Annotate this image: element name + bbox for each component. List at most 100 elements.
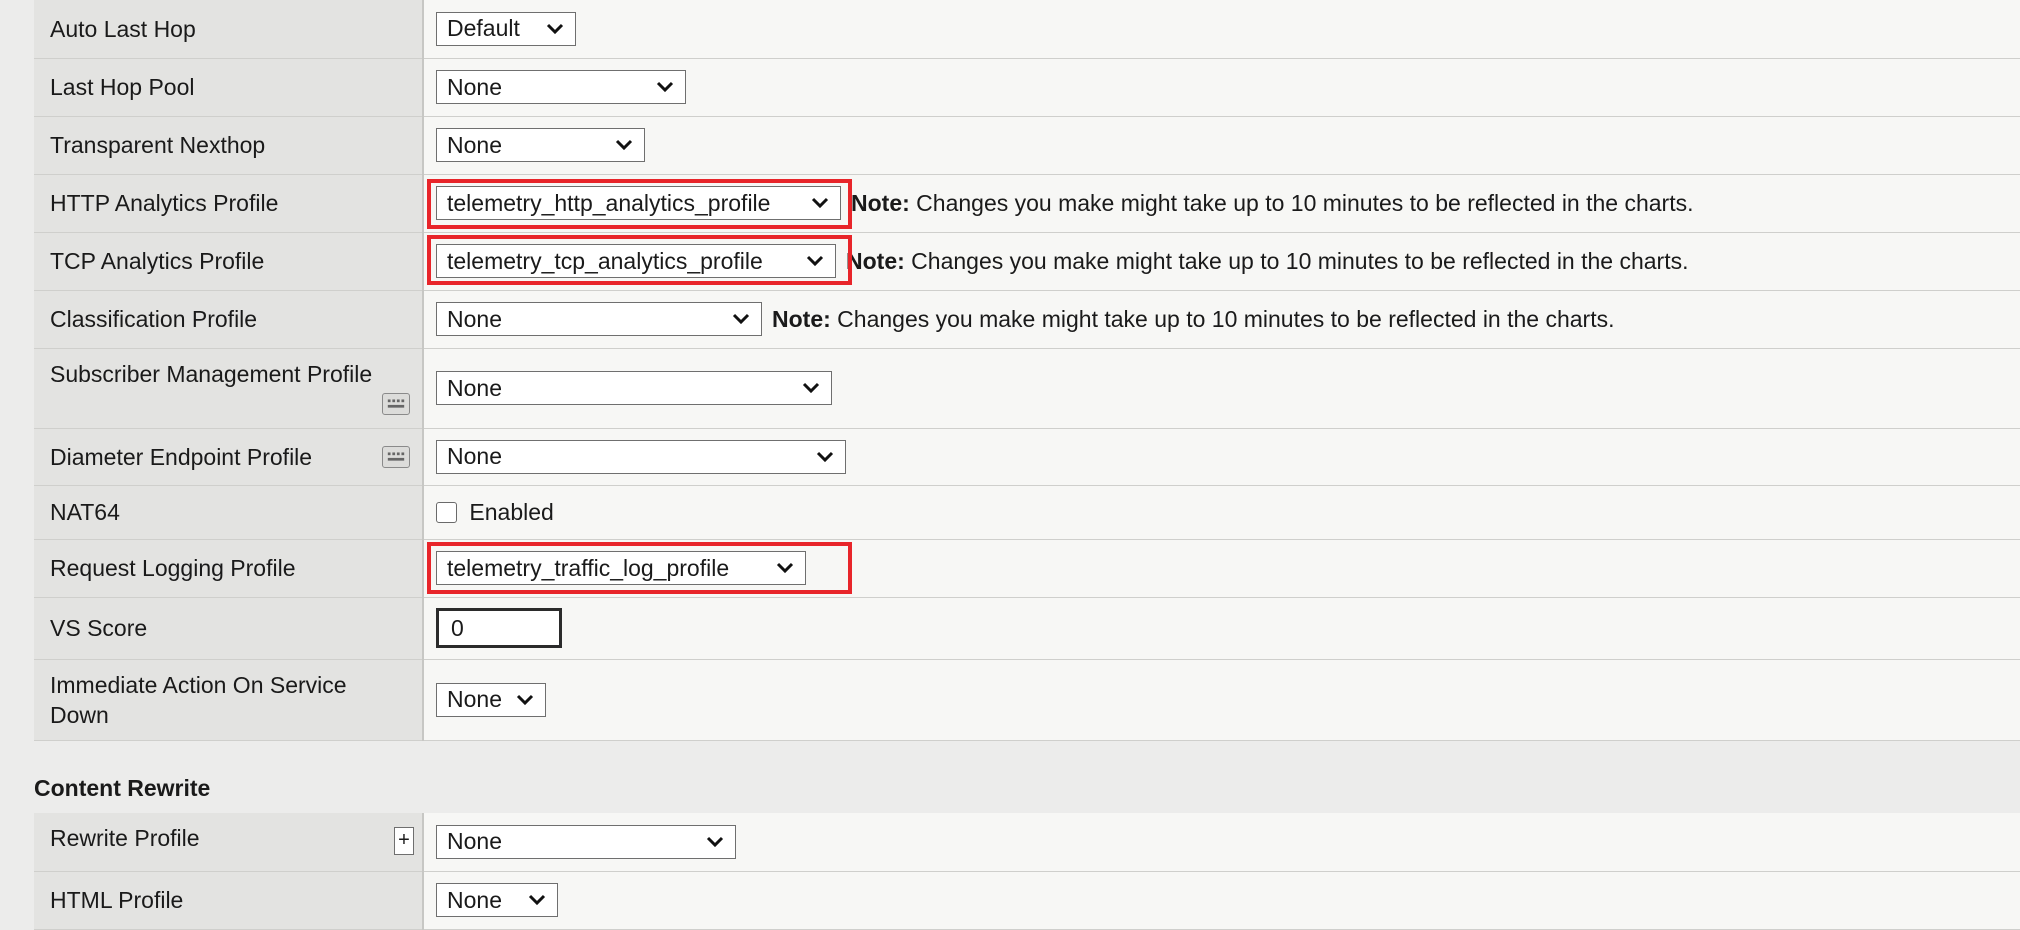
content-rewrite-heading: Content Rewrite: [34, 775, 211, 801]
checkbox-label: Enabled: [469, 499, 554, 526]
transparent-nexthop-select[interactable]: None: [436, 128, 645, 162]
select-value: telemetry_http_analytics_profile: [447, 189, 771, 216]
note-label: Note:: [772, 305, 831, 332]
row-label: Last Hop Pool: [34, 58, 424, 117]
row-value: telemetry_tcp_analytics_profile Note: Ch…: [423, 232, 2020, 291]
row-value: None: [423, 58, 2020, 117]
input-value: 0: [451, 614, 464, 641]
row-value: None: [423, 348, 2020, 429]
subscriber-management-profile-label: Subscriber Management Profile: [50, 360, 373, 387]
note-text: Changes you make might take up to 10 min…: [904, 247, 1689, 274]
row-label: Classification Profile: [34, 290, 424, 349]
table-row: Subscriber Management Profile None: [34, 348, 2020, 429]
row-value: None: [423, 428, 2020, 486]
tcp-analytics-profile-select[interactable]: telemetry_tcp_analytics_profile: [436, 244, 836, 278]
select-value: None: [447, 443, 502, 469]
row-value: None: [423, 116, 2020, 175]
auto-last-hop-label: Auto Last Hop: [50, 15, 196, 42]
last-hop-pool-select[interactable]: None: [436, 70, 686, 104]
select-value: None: [447, 305, 502, 332]
table-row: HTML Profile None: [34, 871, 2020, 930]
subscriber-management-profile-select[interactable]: None: [436, 371, 832, 405]
immediate-action-select[interactable]: None: [436, 682, 546, 717]
rewrite-profile-label: Rewrite Profile: [50, 825, 200, 851]
rewrite-profile-select[interactable]: None: [436, 824, 736, 859]
keyboard-icon[interactable]: [382, 445, 410, 468]
analytics-note: Note: Changes you make might take up to …: [851, 190, 1694, 216]
http-analytics-profile-label: HTTP Analytics Profile: [50, 190, 279, 216]
row-label: Rewrite Profile +: [34, 813, 424, 872]
vs-score-input[interactable]: 0: [436, 608, 562, 648]
table-row: Last Hop Pool None: [34, 58, 2020, 117]
chevron-down-icon: [546, 23, 564, 34]
table-row: VS Score 0: [34, 597, 2020, 660]
row-label: Request Logging Profile: [34, 539, 424, 598]
chevron-down-icon: [706, 836, 724, 847]
html-profile-label: HTML Profile: [50, 887, 184, 913]
note-label: Note:: [846, 247, 905, 274]
chevron-down-icon: [656, 81, 674, 93]
row-value: None: [423, 813, 2020, 872]
table-row: Diameter Endpoint Profile None: [34, 428, 2020, 486]
html-profile-select[interactable]: None: [436, 883, 558, 917]
row-value: Default: [423, 0, 2020, 59]
row-value: telemetry_traffic_log_profile: [423, 539, 2020, 598]
diameter-endpoint-profile-label: Diameter Endpoint Profile: [50, 443, 313, 470]
select-value: telemetry_tcp_analytics_profile: [447, 247, 763, 274]
select-value: None: [447, 374, 502, 401]
row-label: TCP Analytics Profile: [34, 232, 424, 291]
row-label: HTML Profile: [34, 871, 424, 930]
row-label: Diameter Endpoint Profile: [34, 428, 424, 486]
content-rewrite-table: Rewrite Profile + None HTML Profile None: [34, 813, 2020, 930]
request-logging-profile-label: Request Logging Profile: [50, 555, 296, 581]
left-margin: [0, 0, 34, 920]
note-text: Changes you make might take up to 10 min…: [830, 305, 1615, 332]
row-value: telemetry_http_analytics_profile Note: C…: [423, 174, 2020, 233]
row-label: VS Score: [34, 597, 424, 660]
configuration-table: Auto Last Hop Default Last Hop Pool None…: [34, 0, 2020, 741]
select-value: None: [447, 886, 502, 913]
transparent-nexthop-label: Transparent Nexthop: [50, 132, 266, 158]
row-label: Immediate Action On Service Down: [34, 659, 424, 741]
chevron-down-icon: [516, 694, 534, 705]
chevron-down-icon: [806, 255, 824, 267]
select-value: None: [447, 686, 502, 712]
tcp-analytics-profile-label: TCP Analytics Profile: [50, 248, 265, 274]
row-value: Enabled: [423, 485, 2020, 540]
note-label: Note:: [851, 189, 910, 216]
classification-profile-select[interactable]: None: [436, 302, 762, 336]
table-row: Request Logging Profile telemetry_traffi…: [34, 539, 2020, 598]
analytics-note: Note: Changes you make might take up to …: [846, 248, 1689, 274]
table-row: TCP Analytics Profile telemetry_tcp_anal…: [34, 232, 2020, 291]
select-value: Default: [447, 15, 520, 42]
row-label: NAT64: [34, 485, 424, 540]
table-row: Auto Last Hop Default: [34, 0, 2020, 59]
table-row: NAT64 Enabled: [34, 485, 2020, 540]
table-row: Immediate Action On Service Down None: [34, 659, 2020, 741]
last-hop-pool-label: Last Hop Pool: [50, 74, 195, 100]
row-label: Auto Last Hop: [34, 0, 424, 59]
immediate-action-label-line1: Immediate Action On Service: [50, 671, 347, 698]
add-rewrite-profile-button[interactable]: +: [394, 827, 414, 855]
virtual-server-properties-panel: Auto Last Hop Default Last Hop Pool None…: [0, 0, 2020, 930]
analytics-note: Note: Changes you make might take up to …: [772, 306, 1615, 332]
auto-last-hop-select[interactable]: Default: [436, 11, 576, 46]
request-logging-profile-select[interactable]: telemetry_traffic_log_profile: [436, 551, 806, 585]
select-value: telemetry_traffic_log_profile: [447, 554, 730, 581]
nat64-label: NAT64: [50, 499, 120, 525]
row-label: Subscriber Management Profile: [34, 348, 424, 429]
select-value: None: [447, 131, 502, 158]
immediate-action-label-line2: Down: [50, 701, 109, 728]
vs-score-label: VS Score: [50, 615, 148, 641]
chevron-down-icon: [528, 894, 546, 906]
row-label: Transparent Nexthop: [34, 116, 424, 175]
diameter-endpoint-profile-select[interactable]: None: [436, 439, 846, 474]
chevron-down-icon: [615, 139, 633, 151]
select-value: None: [447, 73, 502, 100]
table-row: Rewrite Profile + None: [34, 813, 2020, 872]
keyboard-icon[interactable]: [382, 392, 410, 415]
nat64-enabled-checkbox[interactable]: [436, 502, 457, 524]
table-row: Classification Profile None Note: Change…: [34, 290, 2020, 349]
http-analytics-profile-select[interactable]: telemetry_http_analytics_profile: [436, 186, 841, 220]
row-value: 0: [423, 597, 2020, 660]
